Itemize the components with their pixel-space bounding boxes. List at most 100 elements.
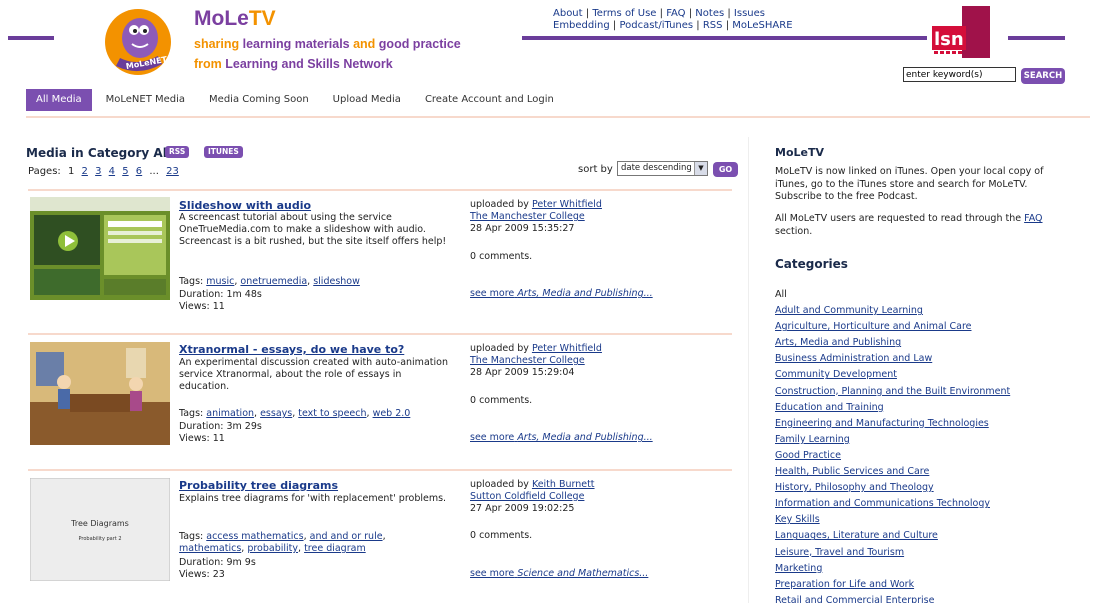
faq-link[interactable]: FAQ xyxy=(666,8,685,19)
comment-count: 0 comments. xyxy=(470,395,533,406)
sidebar-faq-link[interactable]: FAQ xyxy=(1024,213,1042,224)
category-link[interactable]: Construction, Planning and the Built Env… xyxy=(775,386,1010,397)
item-tags: Tags: access mathematics, and and or rul… xyxy=(179,531,386,554)
podcast-link[interactable]: Podcast/iTunes xyxy=(619,20,693,31)
page-link-4[interactable]: 4 xyxy=(109,166,115,177)
search-button[interactable]: SEARCH xyxy=(1021,68,1065,84)
uploader-link[interactable]: Peter Whitfield xyxy=(532,343,602,354)
rss-badge[interactable]: RSS xyxy=(165,146,190,158)
nav-molenet-media[interactable]: MoLeNET Media xyxy=(96,89,195,111)
nav-divider xyxy=(26,116,1090,118)
item-duration: Duration: 3m 29s xyxy=(179,421,262,432)
tag-link[interactable]: tree diagram xyxy=(304,543,366,554)
page-link-6[interactable]: 6 xyxy=(136,166,142,177)
page-link-last[interactable]: 23 xyxy=(166,166,179,177)
category-link[interactable]: Marketing xyxy=(775,563,822,574)
itunes-badge[interactable]: ITUNES xyxy=(204,146,243,158)
category-link[interactable]: Leisure, Travel and Tourism xyxy=(775,547,904,558)
about-link[interactable]: About xyxy=(553,8,583,19)
page-link-5[interactable]: 5 xyxy=(122,166,128,177)
category-link[interactable]: Preparation for Life and Work xyxy=(775,579,914,590)
tagline-line1: sharing learning materials and good prac… xyxy=(194,37,461,51)
item-divider xyxy=(28,189,732,191)
go-button[interactable]: GO xyxy=(713,162,738,177)
category-link[interactable]: Arts, Media and Publishing xyxy=(775,337,901,348)
nav-media-coming-soon[interactable]: Media Coming Soon xyxy=(199,89,319,111)
category-link[interactable]: Health, Public Services and Care xyxy=(775,466,929,477)
category-link[interactable]: History, Philosophy and Theology xyxy=(775,482,934,493)
comment-count: 0 comments. xyxy=(470,251,533,262)
tag-link[interactable]: probability xyxy=(247,543,298,554)
sort-select[interactable]: date descending ▼ xyxy=(617,161,708,176)
tag-link[interactable]: text to speech xyxy=(298,408,366,419)
tag-link[interactable]: essays xyxy=(260,408,292,419)
tag-link[interactable]: web 2.0 xyxy=(373,408,411,419)
pages-ellipsis: ... xyxy=(149,166,159,177)
issues-link[interactable]: Issues xyxy=(734,8,765,19)
nav-create-account[interactable]: Create Account and Login xyxy=(415,89,564,111)
category-link[interactable]: Information and Communications Technolog… xyxy=(775,498,990,509)
page-link-2[interactable]: 2 xyxy=(82,166,88,177)
category-link[interactable]: Agriculture, Horticulture and Animal Car… xyxy=(775,321,972,332)
item-title[interactable]: Xtranormal - essays, do we have to? xyxy=(179,343,404,356)
item-views: Views: 23 xyxy=(179,569,225,580)
see-more-link[interactable]: see more Arts, Media and Publishing... xyxy=(470,432,653,443)
header-rule-middle xyxy=(522,36,927,40)
video-thumbnail-tree-diagrams[interactable]: Tree Diagrams Probability part 2 xyxy=(30,478,170,581)
category-link[interactable]: Retail and Commercial Enterprise xyxy=(775,595,934,603)
category-link[interactable]: Adult and Community Learning xyxy=(775,305,923,316)
item-description: A screencast tutorial about using the se… xyxy=(179,212,447,247)
page-link-3[interactable]: 3 xyxy=(95,166,101,177)
tag-link[interactable]: access mathematics xyxy=(206,531,303,542)
category-link[interactable]: Languages, Literature and Culture xyxy=(775,530,938,541)
category-link[interactable]: Business Administration and Law xyxy=(775,353,932,364)
item-tags: Tags: music, onetruemedia, slideshow xyxy=(179,276,360,287)
terms-link[interactable]: Terms of Use xyxy=(592,8,656,19)
category-link[interactable]: Good Practice xyxy=(775,450,841,461)
item-duration: Duration: 1m 48s xyxy=(179,289,262,300)
sidebar-faq-notice: All MoLeTV users are requested to read t… xyxy=(775,213,1043,237)
tag-link[interactable]: slideshow xyxy=(313,276,360,287)
tag-link[interactable]: animation xyxy=(206,408,254,419)
tag-link[interactable]: onetruemedia xyxy=(240,276,307,287)
video-thumbnail-slideshow[interactable] xyxy=(30,197,170,300)
college-link[interactable]: The Manchester College xyxy=(470,355,585,366)
current-page: 1 xyxy=(67,166,75,177)
upload-info: uploaded by Peter Whitfield The Manchest… xyxy=(470,343,720,379)
item-title[interactable]: Slideshow with audio xyxy=(179,199,311,212)
tag-link[interactable]: and and or rule xyxy=(310,531,383,542)
search-input[interactable] xyxy=(903,67,1016,82)
category-link[interactable]: Community Development xyxy=(775,369,897,380)
college-link[interactable]: Sutton Coldfield College xyxy=(470,491,584,502)
category-link[interactable]: Key Skills xyxy=(775,514,820,525)
category-link[interactable]: Family Learning xyxy=(775,434,850,445)
video-thumbnail-xtranormal[interactable] xyxy=(30,342,170,445)
uploaded-by-label: uploaded by xyxy=(470,479,529,490)
item-description: Explains tree diagrams for 'with replace… xyxy=(179,493,447,504)
uploader-link[interactable]: Keith Burnett xyxy=(532,479,595,490)
site-title: MoLeTV xyxy=(194,7,276,30)
notes-link[interactable]: Notes xyxy=(695,8,724,19)
nav-all-media[interactable]: All Media xyxy=(26,89,92,111)
see-more-link[interactable]: see more Arts, Media and Publishing... xyxy=(470,288,653,299)
nav-upload-media[interactable]: Upload Media xyxy=(323,89,411,111)
moleshare-link[interactable]: MoLeSHARE xyxy=(732,20,792,31)
item-tags: Tags: animation, essays, text to speech,… xyxy=(179,408,411,419)
rss-link[interactable]: RSS xyxy=(703,20,723,31)
svg-text:Tree Diagrams: Tree Diagrams xyxy=(70,519,129,528)
lsn-logo[interactable]: lsn xyxy=(932,6,990,58)
category-link[interactable]: Engineering and Manufacturing Technologi… xyxy=(775,418,989,429)
college-link[interactable]: The Manchester College xyxy=(470,211,585,222)
chevron-down-icon[interactable]: ▼ xyxy=(694,162,707,175)
item-views: Views: 11 xyxy=(179,433,225,444)
category-link[interactable]: Education and Training xyxy=(775,402,884,413)
item-title[interactable]: Probability tree diagrams xyxy=(179,479,338,492)
tag-link[interactable]: music xyxy=(206,276,234,287)
item-views: Views: 11 xyxy=(179,301,225,312)
uploader-link[interactable]: Peter Whitfield xyxy=(532,199,602,210)
embedding-link[interactable]: Embedding xyxy=(553,20,610,31)
pages-label: Pages: xyxy=(28,166,61,177)
tag-link[interactable]: mathematics xyxy=(179,543,241,554)
molenet-logo[interactable]: MoLeNET xyxy=(104,8,172,76)
see-more-link[interactable]: see more Science and Mathematics... xyxy=(470,568,648,579)
